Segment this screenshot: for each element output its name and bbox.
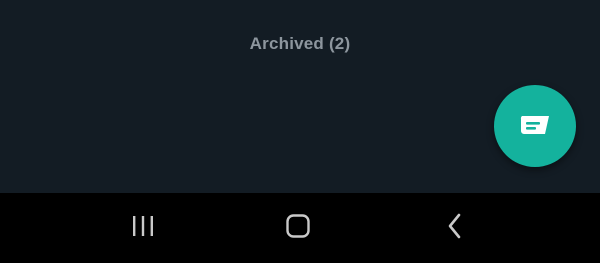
archived-chats-link[interactable]: Archived (2) <box>0 34 600 54</box>
back-icon <box>446 213 464 244</box>
chat-list-area: Archived (2) <box>0 0 600 193</box>
home-button[interactable] <box>276 208 320 248</box>
screen: Archived (2) <box>0 0 600 263</box>
recents-button[interactable] <box>121 208 165 248</box>
new-chat-icon <box>519 114 551 138</box>
back-button[interactable] <box>433 208 477 248</box>
recents-icon <box>131 215 155 242</box>
system-navigation-bar <box>0 193 600 263</box>
home-icon <box>285 213 311 244</box>
new-chat-button[interactable] <box>494 85 576 167</box>
